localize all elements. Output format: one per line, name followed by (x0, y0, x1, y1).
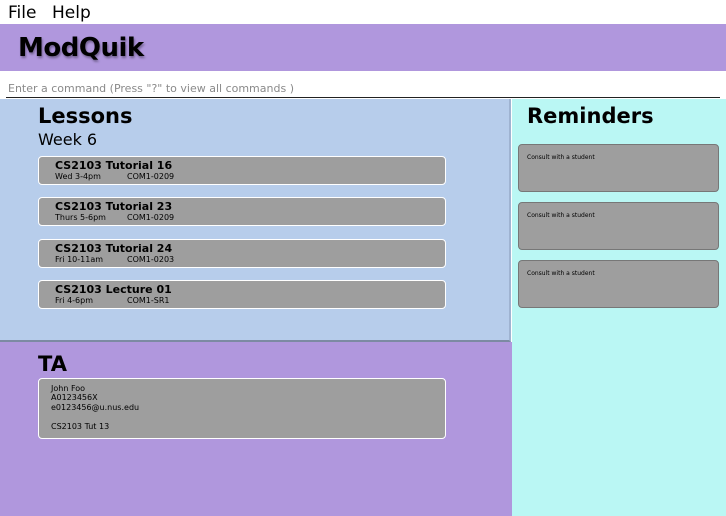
lesson-card[interactable]: CS2103 Lecture 01 Fri 4-6pm COM1-SR1 (38, 280, 446, 309)
lesson-card[interactable]: CS2103 Tutorial 23 Thurs 5-6pm COM1-0209 (38, 197, 446, 226)
reminder-text: Consult with a student (527, 154, 595, 161)
reminders-panel: Reminders Consult with a student Consult… (512, 99, 726, 516)
reminder-card[interactable]: Consult with a student (518, 144, 719, 192)
lesson-name: CS2103 Lecture 01 (55, 283, 172, 296)
week-label: Week 6 (38, 130, 98, 149)
lesson-venue: COM1-0209 (127, 213, 175, 222)
command-input[interactable] (6, 79, 720, 98)
lesson-venue: COM1-SR1 (127, 296, 170, 305)
lesson-card[interactable]: CS2103 Tutorial 24 Fri 10-11am COM1-0203 (38, 239, 446, 268)
lesson-name: CS2103 Tutorial 23 (55, 200, 173, 213)
reminder-text: Consult with a student (527, 270, 595, 277)
lesson-time: Fri 4-6pm (55, 296, 94, 305)
lesson-venue: COM1-0209 (127, 172, 175, 181)
reminder-card[interactable]: Consult with a student (518, 202, 719, 250)
ta-name: John Foo (51, 384, 86, 393)
ta-panel: TA John Foo A0123456X e0123456@u.nus.edu… (0, 342, 512, 516)
lesson-time: Thurs 5-6pm (55, 213, 106, 222)
menu-file[interactable]: File (8, 3, 36, 23)
lessons-panel: Lessons Week 6 CS2103 Tutorial 16 Wed 3-… (0, 99, 511, 342)
reminders-title: Reminders (527, 104, 654, 128)
reminder-card[interactable]: Consult with a student (518, 260, 719, 308)
lesson-name: CS2103 Tutorial 24 (55, 242, 173, 255)
lesson-venue: COM1-0203 (127, 255, 175, 264)
command-bar (0, 71, 726, 99)
lesson-name: CS2103 Tutorial 16 (55, 159, 173, 172)
ta-id: A0123456X (51, 393, 98, 402)
ta-card[interactable]: John Foo A0123456X e0123456@u.nus.edu CS… (38, 378, 446, 439)
ta-title: TA (38, 352, 67, 376)
lesson-time: Fri 10-11am (55, 255, 104, 264)
lesson-card[interactable]: CS2103 Tutorial 16 Wed 3-4pm COM1-0209 (38, 156, 446, 185)
app-title: ModQuik (18, 33, 144, 63)
ta-email: e0123456@u.nus.edu (51, 403, 140, 412)
lessons-title: Lessons (38, 104, 133, 128)
app-header: ModQuik (0, 24, 726, 71)
reminder-text: Consult with a student (527, 212, 595, 219)
ta-tutorial: CS2103 Tut 13 (51, 422, 110, 431)
menu-bar: File Help (0, 0, 726, 24)
lesson-time: Wed 3-4pm (55, 172, 101, 181)
menu-help[interactable]: Help (52, 3, 91, 23)
